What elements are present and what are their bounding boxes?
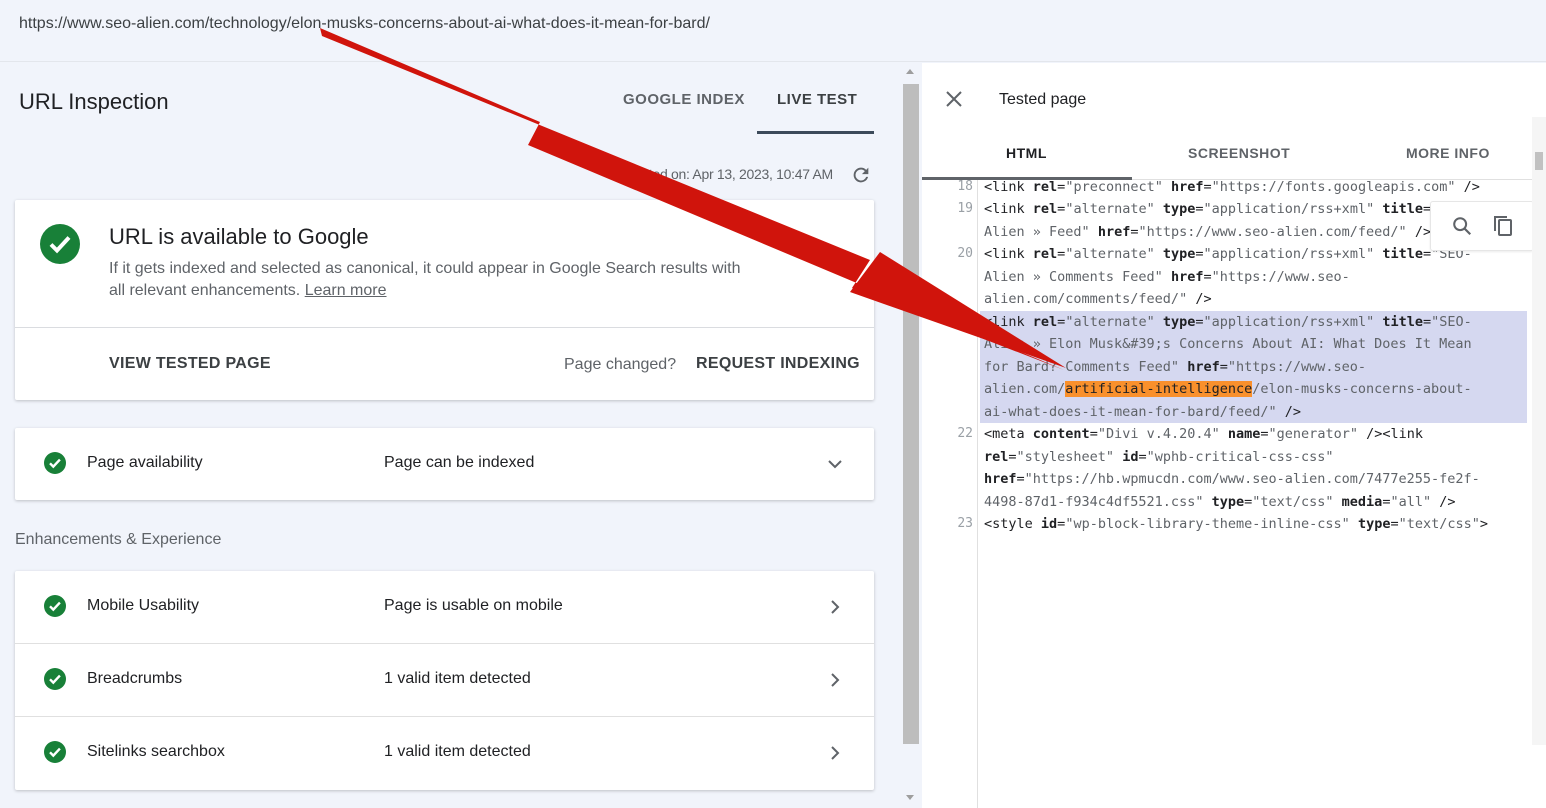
code-line: for Bard? Comments Feed" href="https://w…	[984, 359, 1367, 375]
availability-status-card: URL is available to Google If it gets in…	[15, 200, 874, 400]
line-number: 22	[957, 426, 973, 441]
line-number: 23	[957, 516, 973, 531]
code-line: href="https://hb.wpmucdn.com/www.seo-ali…	[984, 471, 1480, 487]
chevron-right-icon[interactable]	[825, 670, 845, 690]
line-number: 20	[957, 246, 973, 261]
chevron-right-icon[interactable]	[825, 743, 845, 763]
line-number: 18	[957, 180, 973, 194]
scroll-down-icon[interactable]	[906, 795, 914, 800]
tab-live-test[interactable]: LIVE TEST	[777, 91, 857, 108]
tested-page-panel: Tested page HTML SCREENSHOT MORE INFO 18…	[922, 63, 1546, 808]
tab-screenshot[interactable]: SCREENSHOT	[1188, 145, 1290, 161]
search-icon[interactable]	[1451, 215, 1473, 237]
code-line: alien.com/artificial-intelligence/elon-m…	[984, 381, 1472, 397]
code-line: alien.com/comments/feed/" />	[984, 291, 1212, 307]
code-line: Alien » Elon Musk&#39;s Concerns About A…	[984, 336, 1472, 352]
code-line: Alien » Comments Feed" href="https://www…	[984, 269, 1350, 285]
check-circle-icon	[44, 668, 66, 690]
enhancement-row-mobile-usability[interactable]: Mobile Usability Page is usable on mobil…	[15, 571, 874, 644]
enhancement-row-sitelinks-searchbox[interactable]: Sitelinks searchbox 1 valid item detecte…	[15, 717, 874, 790]
row-value: Page can be indexed	[384, 454, 535, 471]
chevron-down-icon[interactable]	[825, 454, 845, 474]
view-tested-page-button[interactable]: VIEW TESTED PAGE	[109, 355, 271, 373]
code-actions-toolbar	[1430, 201, 1534, 251]
row-label: Mobile Usability	[87, 597, 200, 614]
tab-html[interactable]: HTML	[1006, 145, 1047, 161]
highlighted-term: artificial-intelligence	[1065, 381, 1253, 397]
row-label: Breadcrumbs	[87, 670, 183, 687]
check-circle-icon	[40, 224, 80, 264]
request-indexing-button[interactable]: REQUEST INDEXING	[696, 355, 860, 373]
line-number: 19	[957, 201, 973, 216]
close-icon[interactable]	[944, 89, 964, 109]
chevron-right-icon[interactable]	[825, 597, 845, 617]
code-line: rel="stylesheet" id="wphb-critical-css-c…	[984, 449, 1334, 465]
check-circle-icon	[44, 452, 66, 474]
divider	[15, 327, 874, 328]
section-title: Enhancements & Experience	[15, 531, 222, 548]
code-line: <link rel="alternate" type="application/…	[984, 246, 1472, 262]
check-circle-icon	[44, 741, 66, 763]
tab-more-info[interactable]: MORE INFO	[1406, 145, 1490, 161]
code-line: ai-what-does-it-mean-for-bard/feed/" />	[984, 404, 1301, 420]
enhancements-card: Mobile Usability Page is usable on mobil…	[15, 571, 874, 790]
check-circle-icon	[44, 595, 66, 617]
tab-google-index[interactable]: GOOGLE INDEX	[623, 91, 745, 108]
active-tab-indicator	[757, 131, 874, 134]
row-value: Page is usable on mobile	[384, 597, 563, 614]
scrollbar-thumb[interactable]	[903, 84, 919, 744]
row-value: 1 valid item detected	[384, 743, 531, 760]
row-value: 1 valid item detected	[384, 670, 531, 687]
status-title: URL is available to Google	[109, 224, 369, 249]
code-line: <link rel="preconnect" href="https://fon…	[984, 180, 1480, 195]
code-line: <link rel="alternate" type="application/…	[984, 201, 1472, 217]
html-source-viewer[interactable]: 18 19 20 22 23 <link rel="preconnect" hr…	[922, 180, 1532, 808]
address-bar: https://www.seo-alien.com/technology/elo…	[0, 0, 1546, 62]
row-label: Sitelinks searchbox	[87, 743, 225, 760]
row-label: Page availability	[87, 454, 203, 471]
status-description-text: If it gets indexed and selected as canon…	[109, 260, 741, 299]
code-line: <link rel="alternate" type="application/…	[984, 314, 1472, 330]
panel-title: Tested page	[999, 91, 1087, 108]
refresh-icon[interactable]	[850, 164, 872, 186]
enhancement-row-breadcrumbs[interactable]: Breadcrumbs 1 valid item detected	[15, 644, 874, 717]
left-panel-scrollbar[interactable]	[900, 63, 922, 808]
source-scrollbar[interactable]	[1532, 117, 1546, 745]
code-line: <style id="wp-block-library-theme-inline…	[984, 516, 1489, 532]
tested-on-timestamp: Tested on: Apr 13, 2023, 10:47 AM	[628, 166, 833, 182]
scrollbar-thumb[interactable]	[1535, 152, 1543, 170]
page-title: URL Inspection	[19, 89, 169, 114]
url-inspection-panel: URL Inspection GOOGLE INDEX LIVE TEST Te…	[0, 63, 900, 808]
status-description: If it gets indexed and selected as canon…	[109, 258, 759, 302]
scroll-up-icon[interactable]	[906, 69, 914, 74]
learn-more-link[interactable]: Learn more	[305, 282, 387, 299]
page-changed-label: Page changed?	[564, 356, 677, 373]
code-line: 4498-87d1-f934c4df5521.css" type="text/c…	[984, 494, 1456, 510]
line-number-gutter: 18 19 20 22 23	[922, 180, 978, 808]
code-line: <meta content="Divi v.4.20.4" name="gene…	[984, 426, 1423, 442]
copy-icon[interactable]	[1491, 214, 1515, 238]
page-availability-row[interactable]: Page availability Page can be indexed	[15, 428, 874, 500]
code-line: Alien » Feed" href="https://www.seo-alie…	[984, 224, 1432, 240]
page-url[interactable]: https://www.seo-alien.com/technology/elo…	[19, 15, 710, 33]
